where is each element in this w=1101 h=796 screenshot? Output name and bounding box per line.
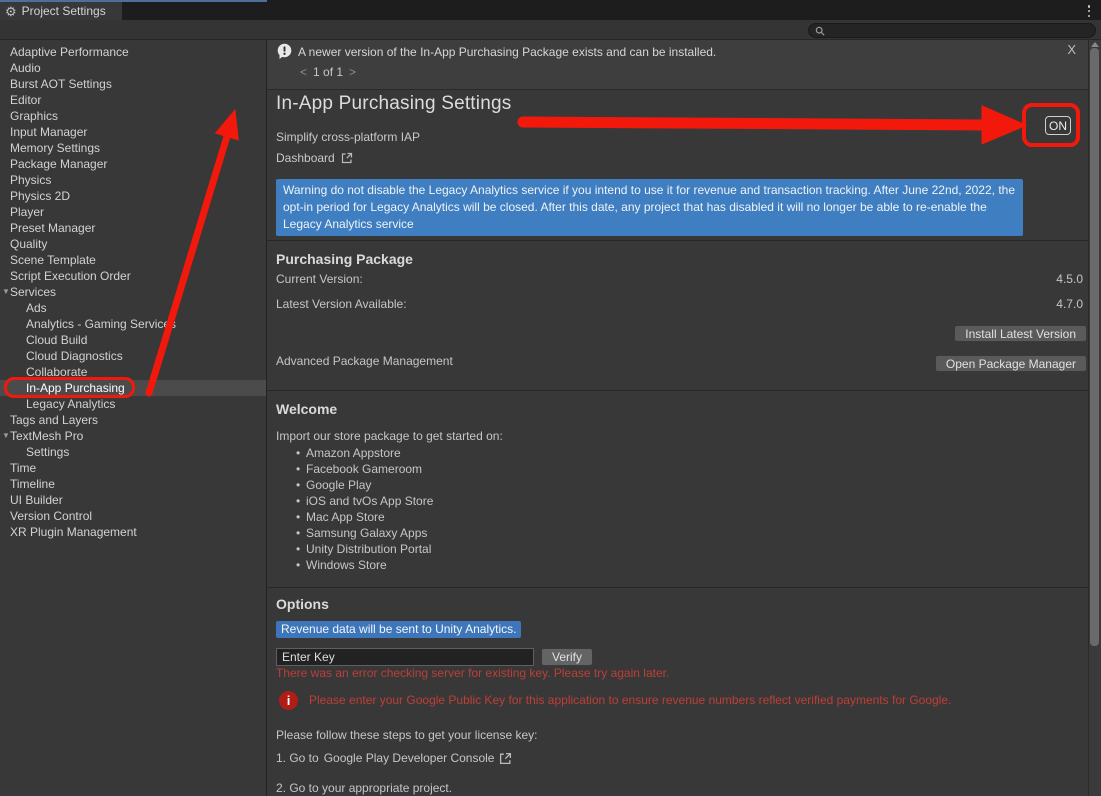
google-play-console-link[interactable]: Google Play Developer Console xyxy=(324,751,495,765)
welcome-intro: Import our store package to get started … xyxy=(276,429,503,443)
sidebar-item-time[interactable]: ▼ Time xyxy=(0,460,266,476)
step-1-prefix: 1. Go to xyxy=(276,751,319,765)
search-input[interactable] xyxy=(829,25,1089,37)
sidebar-item-legacy-analytics[interactable]: ▼ Legacy Analytics xyxy=(0,396,266,412)
store-list-item: •Unity Distribution Portal xyxy=(296,541,433,557)
sidebar-item-settings[interactable]: ▼ Settings xyxy=(0,444,266,460)
notification-banner: A newer version of the In-App Purchasing… xyxy=(267,40,1088,90)
kebab-menu-icon[interactable] xyxy=(1083,4,1095,18)
section-divider xyxy=(267,587,1088,588)
store-list: •Amazon Appstore•Facebook Gameroom•Googl… xyxy=(296,445,433,573)
store-list-item: •Samsung Galaxy Apps xyxy=(296,525,433,541)
store-list-item: •iOS and tvOs App Store xyxy=(296,493,433,509)
current-version-label: Current Version: xyxy=(276,272,363,286)
annotation-arrow-on xyxy=(523,122,988,125)
sidebar-item-script-execution-order[interactable]: ▼ Script Execution Order xyxy=(0,268,266,284)
steps-intro: Please follow these steps to get your li… xyxy=(276,728,537,742)
dashboard-label: Dashboard xyxy=(276,151,335,165)
section-divider xyxy=(267,240,1088,241)
latest-version-value: 4.7.0 xyxy=(1056,297,1083,311)
analytics-note: Revenue data will be sent to Unity Analy… xyxy=(276,621,521,638)
project-settings-window: ⚙ Project Settings ▼ Adaptive Performanc… xyxy=(0,0,1101,796)
sidebar-item-version-control[interactable]: ▼ Version Control xyxy=(0,508,266,524)
sidebar-item-ui-builder[interactable]: ▼ UI Builder xyxy=(0,492,266,508)
sidebar-item-memory-settings[interactable]: ▼ Memory Settings xyxy=(0,140,266,156)
sidebar-item-audio[interactable]: ▼ Audio xyxy=(0,60,266,76)
sidebar-item-package-manager[interactable]: ▼ Package Manager xyxy=(0,156,266,172)
sidebar-item-analytics-gaming-services[interactable]: ▼ Analytics - Gaming Services xyxy=(0,316,266,332)
sidebar-item-ads[interactable]: ▼ Ads xyxy=(0,300,266,316)
store-list-item: •Windows Store xyxy=(296,557,433,573)
store-list-item: •Mac App Store xyxy=(296,509,433,525)
sidebar-item-collaborate[interactable]: ▼ Collaborate xyxy=(0,364,266,380)
page-title: In-App Purchasing Settings xyxy=(276,93,511,115)
sidebar-item-physics-2d[interactable]: ▼ Physics 2D xyxy=(0,188,266,204)
advanced-package-management-label: Advanced Package Management xyxy=(276,354,453,368)
sidebar-item-player[interactable]: ▼ Player xyxy=(0,204,266,220)
legacy-analytics-warning-box: Warning do not disable the Legacy Analyt… xyxy=(276,179,1023,236)
sidebar-item-scene-template[interactable]: ▼ Scene Template xyxy=(0,252,266,268)
dashboard-link[interactable]: Dashboard xyxy=(276,151,353,165)
verify-button[interactable]: Verify xyxy=(541,648,593,666)
sidebar-item-timeline[interactable]: ▼ Timeline xyxy=(0,476,266,492)
info-icon: i xyxy=(279,691,298,710)
sidebar-item-preset-manager[interactable]: ▼ Preset Manager xyxy=(0,220,266,236)
options-heading: Options xyxy=(276,596,329,612)
store-list-item: •Facebook Gameroom xyxy=(296,461,433,477)
sidebar-item-tags-and-layers[interactable]: ▼ Tags and Layers xyxy=(0,412,266,428)
toolbar xyxy=(0,20,1101,40)
store-list-item: •Amazon Appstore xyxy=(296,445,433,461)
pager-count: 1 of 1 xyxy=(313,65,343,79)
step-1: 1. Go to Google Play Developer Console xyxy=(276,751,512,765)
install-latest-version-button[interactable]: Install Latest Version xyxy=(954,325,1087,342)
search-icon xyxy=(815,26,825,36)
sidebar-item-graphics[interactable]: ▼ Graphics xyxy=(0,108,266,124)
scrollbar-thumb[interactable] xyxy=(1090,48,1099,646)
google-key-warning: Please enter your Google Public Key for … xyxy=(309,693,951,707)
sidebar-item-burst-aot-settings[interactable]: ▼ Burst AOT Settings xyxy=(0,76,266,92)
open-package-manager-button[interactable]: Open Package Manager xyxy=(935,355,1087,372)
iap-toggle-button[interactable]: ON xyxy=(1045,116,1071,135)
license-key-input[interactable] xyxy=(276,648,534,666)
scrollbar-up-icon[interactable] xyxy=(1091,42,1099,47)
search-box[interactable] xyxy=(808,23,1096,38)
banner-pager: < 1 of 1 > xyxy=(300,65,356,79)
external-link-icon xyxy=(499,752,512,765)
welcome-heading: Welcome xyxy=(276,401,337,417)
console-warning-icon xyxy=(276,43,293,60)
tab-bar: ⚙ Project Settings xyxy=(0,0,1101,20)
current-version-value: 4.5.0 xyxy=(1056,272,1083,286)
external-link-icon xyxy=(341,152,353,164)
settings-sidebar: ▼ Adaptive Performance ▼ Audio ▼ Burst A… xyxy=(0,40,267,796)
banner-close-button[interactable]: X xyxy=(1067,42,1076,57)
page-subtitle: Simplify cross-platform IAP xyxy=(276,130,420,144)
sidebar-item-in-app-purchasing[interactable]: ▼ In-App Purchasing xyxy=(0,380,266,396)
sidebar-item-editor[interactable]: ▼ Editor xyxy=(0,92,266,108)
banner-message: A newer version of the In-App Purchasing… xyxy=(298,45,716,59)
sidebar-item-adaptive-performance[interactable]: ▼ Adaptive Performance xyxy=(0,44,266,60)
sidebar-item-xr-plugin-management[interactable]: ▼ XR Plugin Management xyxy=(0,524,266,540)
step-2: 2. Go to your appropriate project. xyxy=(276,781,452,795)
foldout-icon[interactable]: ▼ xyxy=(2,284,10,300)
sidebar-item-physics[interactable]: ▼ Physics xyxy=(0,172,266,188)
sidebar-item-cloud-build[interactable]: ▼ Cloud Build xyxy=(0,332,266,348)
section-divider xyxy=(267,390,1088,391)
server-error-text: There was an error checking server for e… xyxy=(276,666,669,680)
sidebar-item-input-manager[interactable]: ▼ Input Manager xyxy=(0,124,266,140)
latest-version-label: Latest Version Available: xyxy=(276,297,407,311)
pager-prev-icon[interactable]: < xyxy=(300,65,307,79)
sidebar-item-services[interactable]: ▼ Services xyxy=(0,284,266,300)
sidebar-item-textmesh-pro[interactable]: ▼ TextMesh Pro xyxy=(0,428,266,444)
purchasing-package-heading: Purchasing Package xyxy=(276,251,413,267)
sidebar-item-quality[interactable]: ▼ Quality xyxy=(0,236,266,252)
pager-next-icon[interactable]: > xyxy=(349,65,356,79)
window-title: Project Settings xyxy=(22,4,106,18)
tab-project-settings[interactable]: ⚙ Project Settings xyxy=(0,2,122,20)
foldout-icon[interactable]: ▼ xyxy=(2,428,10,444)
gear-icon: ⚙ xyxy=(5,5,17,18)
store-list-item: •Google Play xyxy=(296,477,433,493)
sidebar-item-cloud-diagnostics[interactable]: ▼ Cloud Diagnostics xyxy=(0,348,266,364)
